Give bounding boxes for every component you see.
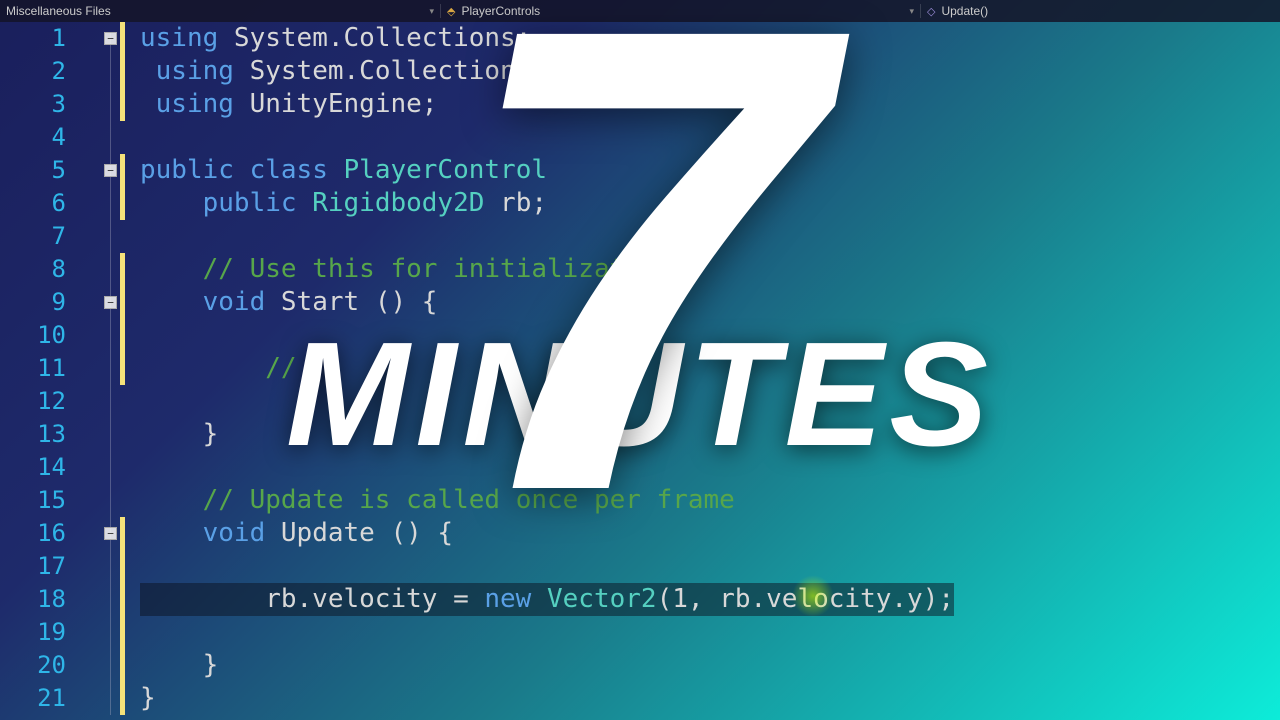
line-number: 15 bbox=[0, 484, 66, 517]
line-number: 14 bbox=[0, 451, 66, 484]
chevron-down-icon: ▾ bbox=[429, 6, 434, 17]
line-number: 21 bbox=[0, 682, 66, 715]
modification-marker bbox=[120, 22, 125, 121]
code-line[interactable]: using System.Collections.Generic; bbox=[140, 55, 954, 88]
fold-toggle-icon[interactable]: − bbox=[104, 164, 117, 177]
line-number: 11 bbox=[0, 352, 66, 385]
code-line[interactable] bbox=[140, 451, 954, 484]
code-line[interactable]: public class PlayerControl bbox=[140, 154, 954, 187]
code-line[interactable]: } bbox=[140, 649, 954, 682]
line-number-gutter: 123456789101112131415161718192021 bbox=[0, 22, 80, 715]
scope-dropdown[interactable]: Miscellaneous Files ▾ bbox=[0, 4, 440, 18]
code-line[interactable] bbox=[140, 616, 954, 649]
line-number: 7 bbox=[0, 220, 66, 253]
fold-toggle-icon[interactable]: − bbox=[104, 527, 117, 540]
code-line[interactable]: // Update is called once per frame bbox=[140, 484, 954, 517]
code-line[interactable]: rb.velocity = new Vector2(1, rb.velocity… bbox=[140, 583, 954, 616]
method-icon: ◇ bbox=[927, 5, 935, 18]
code-line[interactable]: public Rigidbody2D rb; bbox=[140, 187, 954, 220]
chevron-down-icon: ▾ bbox=[909, 6, 914, 17]
modification-marker bbox=[120, 154, 125, 220]
fold-margin: − − − − bbox=[80, 22, 140, 715]
line-number: 19 bbox=[0, 616, 66, 649]
class-dropdown[interactable]: ⬘ PlayerControls ▾ bbox=[440, 4, 920, 18]
line-number: 17 bbox=[0, 550, 66, 583]
line-number: 16 bbox=[0, 517, 66, 550]
line-number: 1 bbox=[0, 22, 66, 55]
breadcrumb-bar: Miscellaneous Files ▾ ⬘ PlayerControls ▾… bbox=[0, 0, 1280, 22]
line-number: 10 bbox=[0, 319, 66, 352]
line-number: 6 bbox=[0, 187, 66, 220]
line-number: 5 bbox=[0, 154, 66, 187]
line-number: 4 bbox=[0, 121, 66, 154]
line-number: 13 bbox=[0, 418, 66, 451]
line-number: 2 bbox=[0, 55, 66, 88]
method-dropdown[interactable]: ◇ Update() bbox=[920, 4, 994, 18]
code-line[interactable]: void Start () { bbox=[140, 286, 954, 319]
code-line[interactable]: void Update () { bbox=[140, 517, 954, 550]
code-line[interactable]: using UnityEngine; bbox=[140, 88, 954, 121]
line-number: 9 bbox=[0, 286, 66, 319]
code-line[interactable]: } bbox=[140, 682, 954, 715]
fold-toggle-icon[interactable]: − bbox=[104, 32, 117, 45]
modification-marker bbox=[120, 517, 125, 715]
line-number: 20 bbox=[0, 649, 66, 682]
code-line[interactable]: using System.Collections; bbox=[140, 22, 954, 55]
fold-toggle-icon[interactable]: − bbox=[104, 296, 117, 309]
line-number: 12 bbox=[0, 385, 66, 418]
code-line[interactable] bbox=[140, 550, 954, 583]
scope-label: Miscellaneous Files bbox=[6, 4, 111, 18]
code-line[interactable] bbox=[140, 385, 954, 418]
code-line[interactable]: // bbox=[140, 352, 954, 385]
fold-guide-line bbox=[110, 32, 111, 715]
line-number: 18 bbox=[0, 583, 66, 616]
line-number: 3 bbox=[0, 88, 66, 121]
class-label: PlayerControls bbox=[461, 4, 540, 18]
code-line[interactable]: // Use this for initialization bbox=[140, 253, 954, 286]
line-number: 8 bbox=[0, 253, 66, 286]
code-line[interactable] bbox=[140, 220, 954, 253]
class-icon: ⬘ bbox=[447, 5, 455, 18]
code-editor[interactable]: 123456789101112131415161718192021 −−−− u… bbox=[0, 22, 1280, 715]
method-label: Update() bbox=[941, 4, 988, 18]
code-line[interactable]: } bbox=[140, 418, 954, 451]
code-line[interactable] bbox=[140, 319, 954, 352]
modification-marker bbox=[120, 253, 125, 385]
code-line[interactable] bbox=[140, 121, 954, 154]
code-area[interactable]: using System.Collections; using System.C… bbox=[140, 22, 954, 715]
